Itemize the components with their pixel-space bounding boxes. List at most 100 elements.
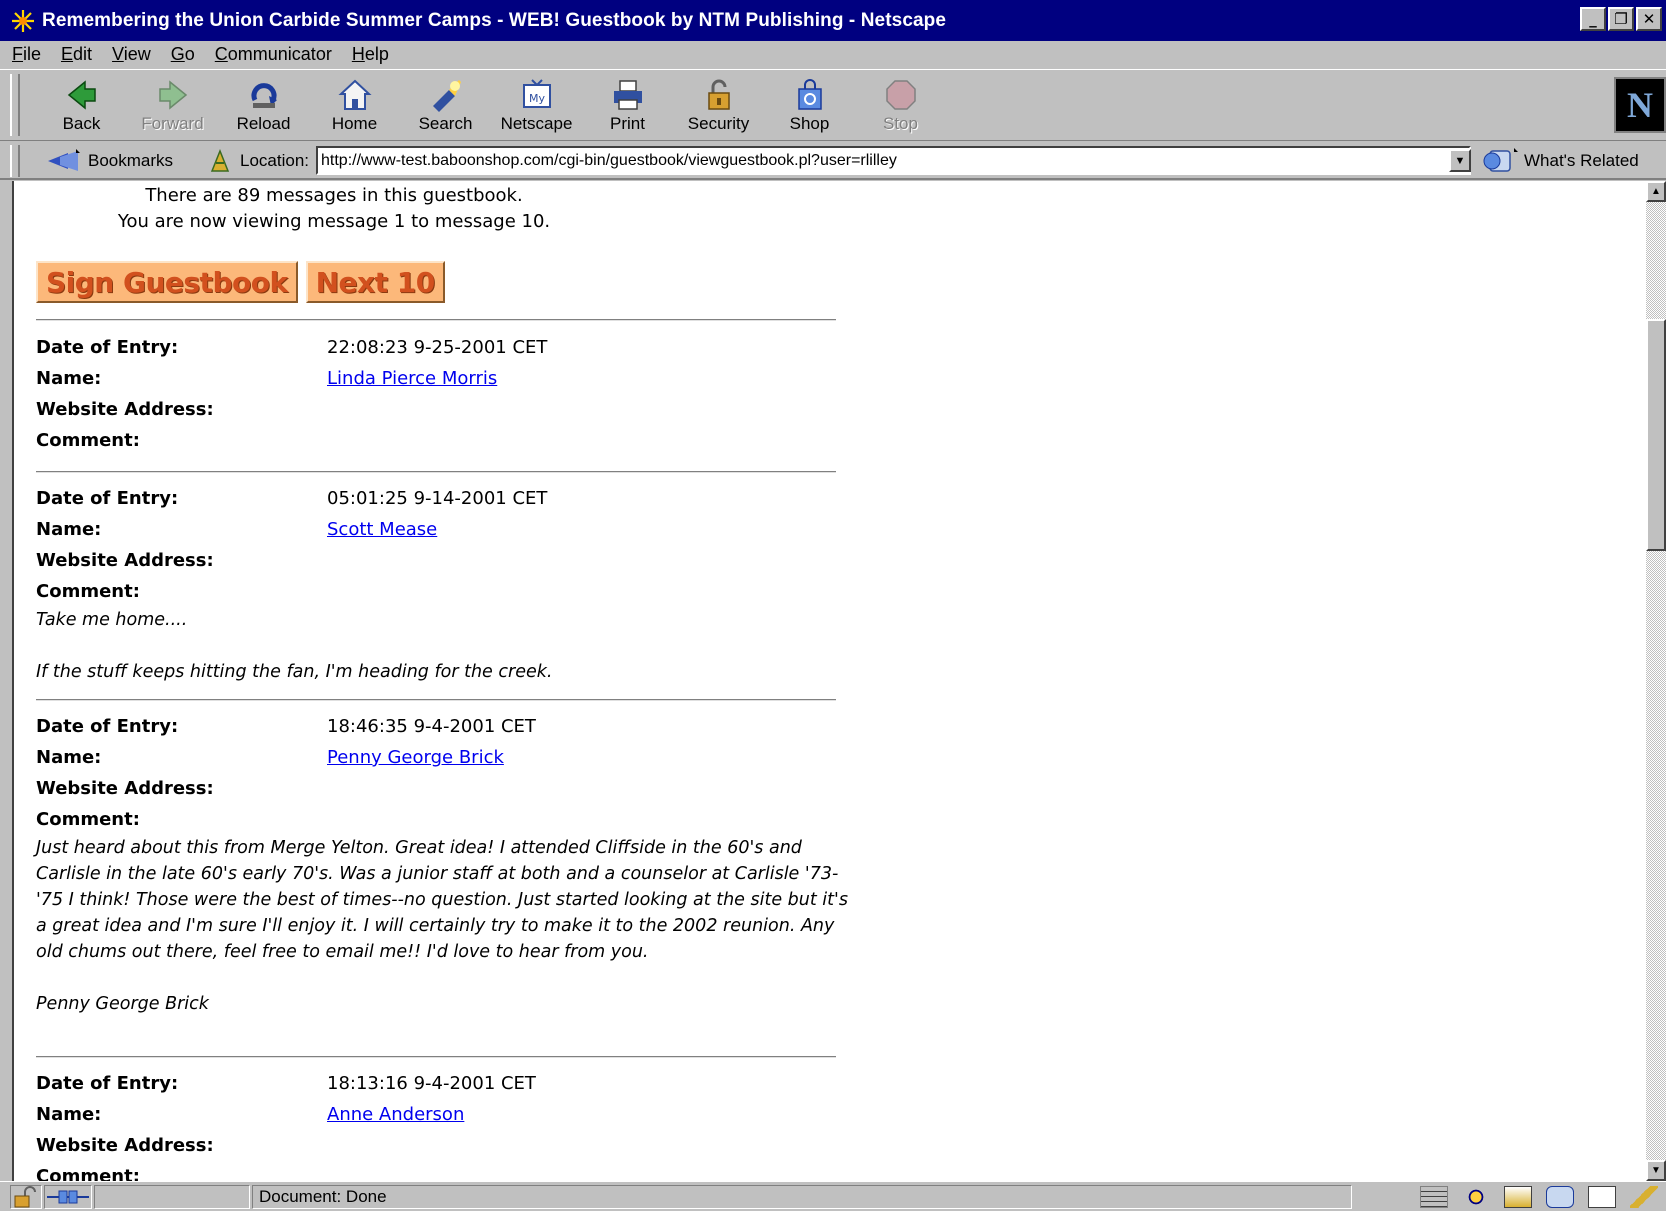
home-icon (337, 79, 372, 110)
scroll-up-arrow-icon[interactable]: ▲ (1646, 181, 1666, 202)
menu-file[interactable]: File (12, 44, 41, 65)
discussion-icon[interactable] (1546, 1186, 1574, 1208)
bookmarks-label: Bookmarks (88, 151, 174, 170)
location-url-input[interactable]: http://www-test.baboonshop.com/cgi-bin/g… (316, 146, 1471, 175)
svg-text:My: My (528, 92, 544, 105)
bookmarks-button[interactable]: Bookmarks (46, 149, 173, 173)
location-toolbar: Bookmarks Location: http://www-test.babo… (0, 143, 1666, 180)
stop-label: Stop (883, 114, 918, 133)
minimize-button[interactable]: _ (1580, 7, 1606, 31)
toolbar-grip[interactable] (10, 74, 20, 136)
scrollbar-thumb[interactable] (1646, 319, 1666, 551)
menu-help[interactable]: Help (352, 44, 389, 65)
menu-file-mnemonic: F (12, 43, 23, 64)
vertical-scrollbar[interactable]: ▲ ▼ (1646, 181, 1666, 1181)
entry-name-link[interactable]: Penny George Brick (327, 747, 504, 768)
entry-name-link[interactable]: Linda Pierce Morris (327, 368, 497, 389)
security-status-icon[interactable] (10, 1185, 42, 1209)
page-proxy-icon[interactable] (208, 149, 232, 173)
guestbook-actions: Sign Guestbook Next 10 (36, 261, 445, 303)
name-label: Name: (36, 1104, 102, 1125)
guestbook-entry: Date of Entry: 05:01:25 9-14-2001 CET Nam… (36, 483, 856, 685)
comment-label: Comment: (36, 809, 140, 830)
entry-divider (36, 699, 836, 701)
guestbook-entry: Date of Entry: 18:46:35 9-4-2001 CET Name… (36, 711, 856, 1017)
reload-button[interactable]: Reload (218, 78, 309, 138)
name-label: Name: (36, 747, 102, 768)
menu-edit[interactable]: Edit (61, 44, 92, 65)
whats-related-icon (1483, 148, 1518, 172)
shopping-bag-icon (797, 79, 822, 110)
menu-communicator-rest: ommunicator (227, 43, 332, 64)
security-label: Security (687, 114, 750, 133)
entry-name-link[interactable]: Anne Anderson (327, 1104, 464, 1125)
window-title: Remembering the Union Carbide Summer Cam… (42, 9, 947, 31)
security-button[interactable]: Security (673, 78, 764, 138)
forward-arrow-icon (158, 80, 187, 110)
comment-label: Comment: (36, 430, 140, 451)
my-netscape-icon: My (522, 79, 551, 108)
netscape-logo[interactable]: N (1614, 77, 1666, 133)
back-button[interactable]: Back (36, 78, 127, 138)
close-button[interactable]: ✕ (1636, 7, 1662, 31)
comment-label: Comment: (36, 581, 140, 602)
message-count-text: There are 89 messages in this guestbook. (145, 185, 523, 206)
viewing-range-text: You are now viewing message 1 to message… (117, 211, 551, 232)
menu-go[interactable]: Go (171, 44, 195, 65)
back-label: Back (62, 114, 101, 133)
sidebar-toggle-icon[interactable] (1420, 1186, 1448, 1208)
guestbook-entry: Date of Entry: 18:13:16 9-4-2001 CET Name… (36, 1068, 856, 1181)
menu-help-rest: elp (364, 43, 389, 64)
entry-date: 18:13:16 9-4-2001 CET (327, 1073, 536, 1094)
menu-go-mnemonic: G (170, 43, 185, 64)
online-status-icon[interactable] (44, 1185, 92, 1209)
bookmarks-icon (48, 149, 80, 171)
shop-label: Shop (789, 114, 830, 133)
search-button[interactable]: Search (400, 78, 491, 138)
mail-icon[interactable] (1504, 1186, 1532, 1208)
next-10-button[interactable]: Next 10 (305, 261, 445, 303)
whats-related-button[interactable]: What's Related (1482, 148, 1639, 174)
website-label: Website Address: (36, 550, 214, 571)
name-label: Name: (36, 519, 102, 540)
menu-bar: File Edit View Go Communicator Help (0, 41, 1666, 67)
menu-view[interactable]: View (112, 44, 151, 65)
search-label: Search (418, 114, 473, 133)
entry-divider (36, 1056, 836, 1058)
entry-comment: Take me home.... If the stuff keeps hitt… (36, 607, 851, 685)
navigator-icon[interactable] (1462, 1186, 1490, 1208)
entry-divider (36, 471, 836, 473)
location-label-group: Location: (208, 149, 309, 173)
netscape-app-icon[interactable] (10, 7, 36, 34)
progress-meter (94, 1185, 250, 1209)
forward-button[interactable]: Forward (127, 78, 218, 138)
entry-comment: Just heard about this from Merge Yelton.… (36, 835, 851, 1017)
netscape-label: Netscape (500, 114, 573, 133)
reload-label: Reload (236, 114, 291, 133)
menu-communicator[interactable]: Communicator (215, 44, 332, 65)
print-button[interactable]: Print (582, 78, 673, 138)
scroll-down-arrow-icon[interactable]: ▼ (1646, 1160, 1666, 1181)
print-label: Print (610, 114, 645, 133)
status-text: Document: Done (259, 1187, 387, 1206)
edit-pencil-icon[interactable] (1630, 1186, 1658, 1208)
title-bar: Remembering the Union Carbide Summer Cam… (0, 0, 1666, 41)
stop-button[interactable]: Stop (855, 78, 946, 138)
shop-button[interactable]: Shop (764, 78, 855, 138)
entry-name-link[interactable]: Scott Mease (327, 519, 437, 540)
netscape-button[interactable]: My Netscape (491, 78, 582, 138)
menu-help-mnemonic: H (351, 43, 365, 64)
location-dropdown-arrow-icon[interactable]: ▼ (1449, 149, 1471, 172)
restore-button[interactable]: ❐ (1608, 7, 1634, 31)
composer-icon[interactable] (1588, 1186, 1616, 1208)
home-label: Home (331, 114, 378, 133)
entry-divider (36, 319, 836, 321)
location-label: Location: (240, 151, 309, 170)
location-toolbar-grip[interactable] (10, 145, 20, 177)
sign-guestbook-button[interactable]: Sign Guestbook (36, 261, 298, 303)
entry-date: 18:46:35 9-4-2001 CET (327, 716, 536, 737)
home-button[interactable]: Home (309, 78, 400, 138)
guestbook-summary: There are 89 messages in this guestbook.… (14, 183, 654, 235)
menu-edit-rest: dit (73, 43, 93, 64)
search-flashlight-icon (432, 80, 461, 112)
